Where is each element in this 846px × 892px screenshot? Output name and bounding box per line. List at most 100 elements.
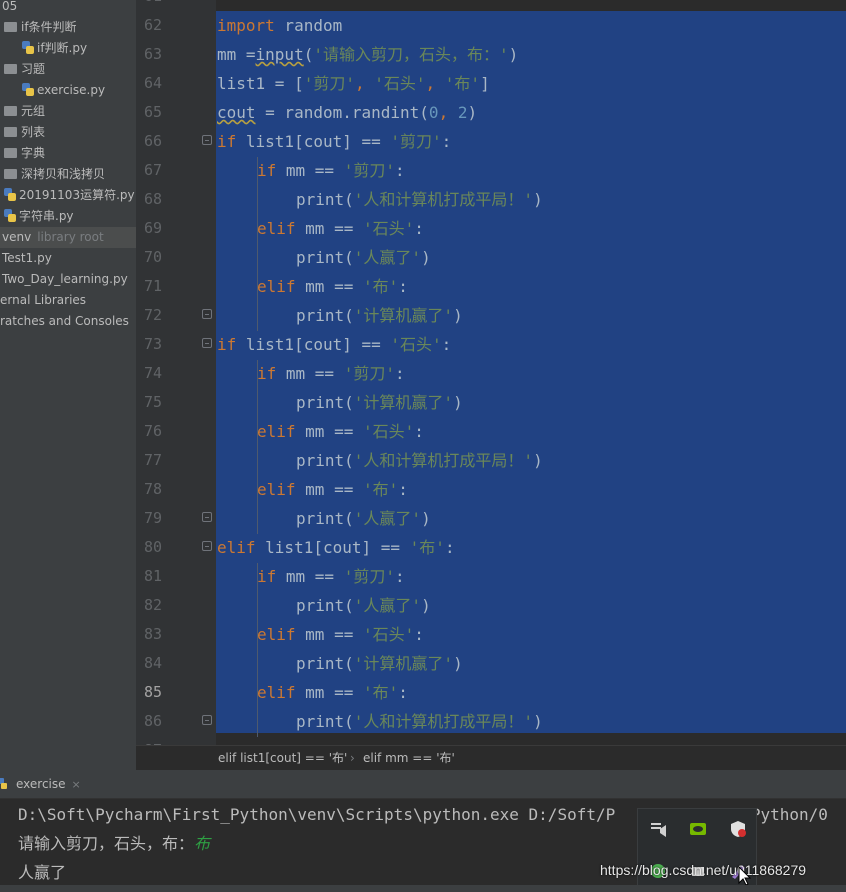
line-number: 78 [143, 480, 162, 498]
code-line-72[interactable]: print('计算机赢了') [296, 301, 463, 330]
line-number: 82 [143, 596, 162, 614]
breadcrumb-item-outer[interactable]: elif list1[cout] == '布' [218, 746, 347, 771]
line-number: 81 [143, 567, 162, 585]
line-number: 64 [143, 74, 162, 92]
tree-item-test1-py[interactable]: Test1.py [2, 248, 52, 269]
code-line-68[interactable]: print('人和计算机打成平局！') [296, 185, 543, 214]
line-number: 65 [143, 103, 162, 121]
python-file-icon [4, 188, 16, 201]
line-number: 73 [143, 335, 162, 353]
line-number: 69 [143, 219, 162, 237]
code-line-71[interactable]: elif mm == '布': [257, 272, 408, 301]
line-number: 76 [143, 422, 162, 440]
tree-item-if-folder[interactable]: if条件判断 [4, 17, 77, 38]
code-line-84[interactable]: print('计算机赢了') [296, 649, 463, 678]
security-shield-icon[interactable] [728, 819, 748, 839]
line-number: 68 [143, 190, 162, 208]
line-number: 71 [143, 277, 162, 295]
tree-item-list-folder[interactable]: 列表 [4, 122, 45, 143]
tree-item-copy-folder[interactable]: 深拷贝和浅拷贝 [4, 164, 105, 185]
code-line-76[interactable]: elif mm == '石头': [257, 417, 424, 446]
tree-item-dict-folder[interactable]: 字典 [4, 143, 45, 164]
folder-icon [4, 127, 17, 137]
line-number: 83 [143, 625, 162, 643]
code-line-62[interactable]: import random [217, 11, 342, 40]
speaker-icon[interactable] [648, 819, 668, 839]
line-number: 61 [136, 0, 162, 11]
fold-marker-icon[interactable] [202, 512, 212, 522]
folder-icon [4, 64, 17, 74]
breadcrumb-separator: › [350, 751, 355, 765]
python-run-icon [0, 778, 7, 789]
close-tab-icon[interactable]: × [72, 778, 81, 791]
fold-marker-icon[interactable] [202, 715, 212, 725]
line-number: 62 [143, 16, 162, 34]
mouse-cursor-icon [738, 866, 752, 886]
line-number: 74 [143, 364, 162, 382]
line-number: 70 [143, 248, 162, 266]
code-line-83[interactable]: elif mm == '石头': [257, 620, 424, 649]
fold-marker-icon[interactable] [202, 338, 212, 348]
code-line-64[interactable]: list1 = ['剪刀', '石头', '布'] [217, 69, 490, 98]
horizontal-scrollbar[interactable] [0, 885, 846, 892]
tree-item-exercise-py[interactable]: exercise.py [22, 80, 105, 101]
code-line-69[interactable]: elif mm == '石头': [257, 214, 424, 243]
tree-item-two-day-py[interactable]: Two_Day_learning.py [2, 269, 128, 290]
line-number: 80 [143, 538, 162, 556]
code-line-66[interactable]: if list1[cout] == '剪刀': [217, 127, 451, 156]
code-line-63[interactable]: mm =input('请输入剪刀，石头，布：') [217, 40, 518, 69]
line-number: 85 [143, 683, 162, 701]
fold-marker-icon[interactable] [202, 135, 212, 145]
line-number: 67 [143, 161, 162, 179]
tree-item-05[interactable]: 05 [2, 0, 17, 17]
code-line-74[interactable]: if mm == '剪刀': [257, 359, 405, 388]
line-number: 75 [143, 393, 162, 411]
code-line-82[interactable]: print('人赢了') [296, 591, 431, 620]
line-number: 77 [143, 451, 162, 469]
folder-icon [4, 169, 17, 179]
watermark-text: https://blog.csdn.net/u011868279 [600, 862, 807, 878]
breadcrumb: elif list1[cout] == '布' › elif mm == '布' [136, 745, 846, 771]
tree-item-exercises-folder[interactable]: 习题 [4, 59, 45, 80]
run-toolbar: exercise × [0, 770, 846, 799]
folder-icon [4, 106, 17, 116]
python-file-icon [22, 83, 34, 96]
code-line-81[interactable]: if mm == '剪刀': [257, 562, 405, 591]
console-line-output: 人赢了 [18, 863, 67, 882]
breadcrumb-item-inner[interactable]: elif mm == '布' [363, 746, 455, 771]
code-line-86[interactable]: print('人和计算机打成平局！') [296, 707, 543, 736]
code-line-78[interactable]: elif mm == '布': [257, 475, 408, 504]
tree-item-operators-py[interactable]: 20191103运算符.py [4, 185, 135, 206]
line-number: 72 [143, 306, 162, 324]
code-line-70[interactable]: print('人赢了') [296, 243, 431, 272]
tree-item-external-libraries[interactable]: ernal Libraries [0, 290, 86, 311]
python-file-icon [4, 209, 16, 222]
folder-icon [4, 148, 17, 158]
python-file-icon [22, 41, 34, 54]
line-number: 66 [143, 132, 162, 150]
line-number: 86 [143, 712, 162, 730]
tree-item-venv[interactable]: venv library root [0, 227, 136, 248]
code-line-67[interactable]: if mm == '剪刀': [257, 156, 405, 185]
nvidia-icon[interactable] [688, 819, 708, 839]
fold-marker-icon[interactable] [202, 541, 212, 551]
code-line-77[interactable]: print('人和计算机打成平局！') [296, 446, 543, 475]
code-line-73[interactable]: if list1[cout] == '石头': [217, 330, 451, 359]
fold-marker-icon[interactable] [202, 309, 212, 319]
code-line-79[interactable]: print('人赢了') [296, 504, 431, 533]
tree-item-tuple-folder[interactable]: 元组 [4, 101, 45, 122]
folder-icon [4, 22, 17, 32]
run-tab-exercise[interactable]: exercise × [0, 770, 81, 798]
code-line-80[interactable]: elif list1[cout] == '布': [217, 533, 455, 562]
line-number: 84 [143, 654, 162, 672]
tree-item-scratches[interactable]: ratches and Consoles [0, 311, 129, 332]
line-number: 79 [143, 509, 162, 527]
tree-item-if-py[interactable]: if判断.py [22, 38, 87, 59]
console-line-prompt: 请输入剪刀，石头，布：布 [18, 834, 211, 853]
tree-item-string-py[interactable]: 字符串.py [4, 206, 74, 227]
project-tree: 05 if条件判断 if判断.py 习题 exercise.py 元组 列表 字… [0, 0, 136, 770]
code-line-65[interactable]: cout = random.randint(0, 2) [217, 98, 477, 127]
line-number: 63 [143, 45, 162, 63]
code-line-85[interactable]: elif mm == '布': [257, 678, 408, 707]
code-line-75[interactable]: print('计算机赢了') [296, 388, 463, 417]
